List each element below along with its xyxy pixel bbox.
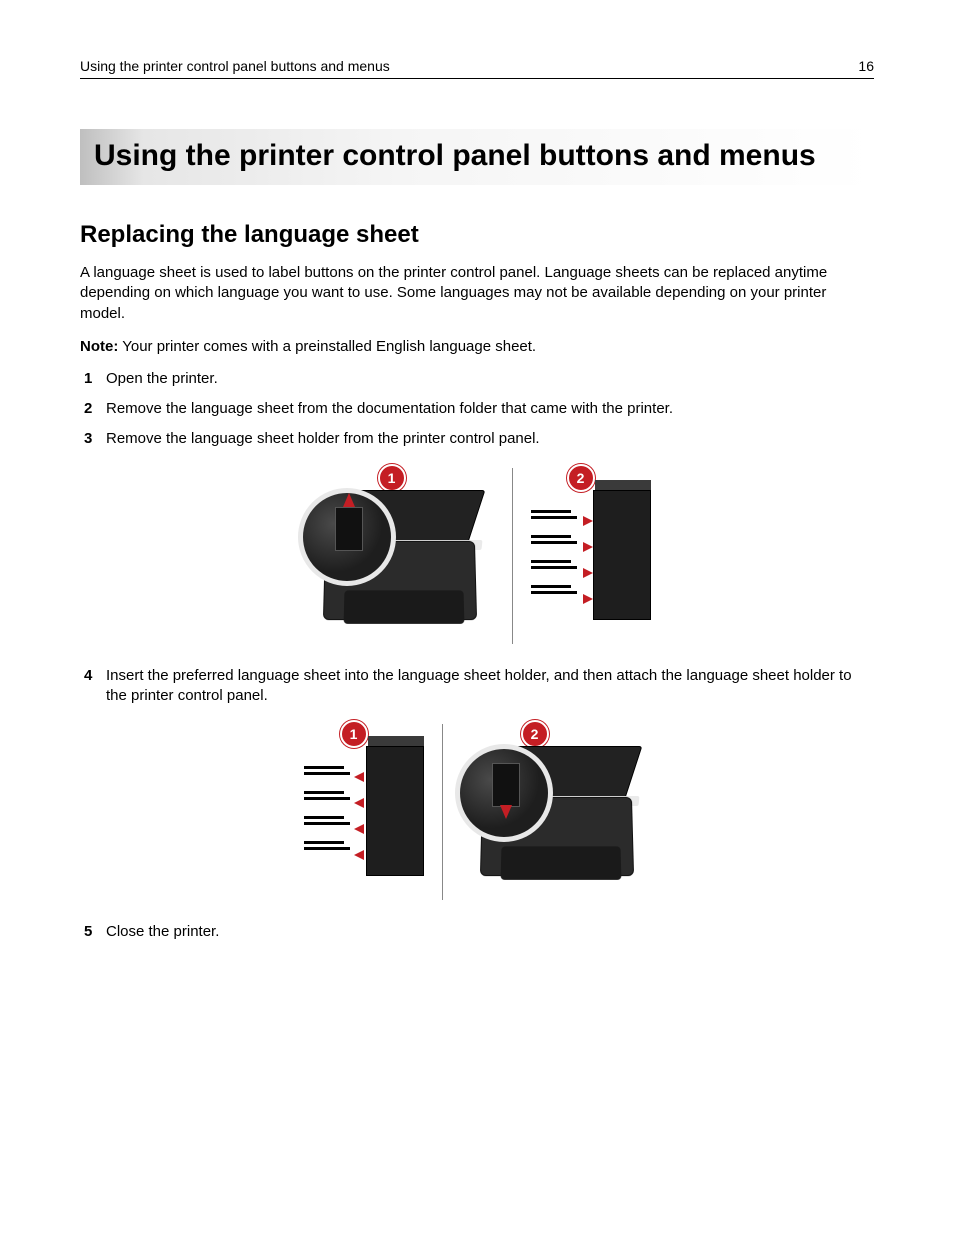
steps-list: Open the printer. Remove the language sh… [80,369,874,450]
arrow-up-icon [343,493,355,507]
chapter-title: Using the printer control panel buttons … [80,129,874,185]
arrow-down-icon [500,805,512,819]
printer-illustration [304,480,494,640]
arrow-right-icon [354,798,364,808]
arrow-right-icon [354,850,364,860]
figure-col: 1 [286,724,442,900]
step-item: Open the printer. [80,369,874,389]
section-title: Replacing the language sheet [80,221,874,249]
note-label: Note: [80,338,118,355]
running-header: Using the printer control panel buttons … [80,58,874,79]
arrow-right-icon [354,772,364,782]
arrow-right-icon [354,824,364,834]
intro-paragraph: A language sheet is used to label button… [80,263,874,324]
page-number: 16 [858,58,874,74]
note-paragraph: Note: Your printer comes with a preinsta… [80,338,874,355]
arrow-left-icon [583,594,593,604]
step-item: Remove the language sheet from the docum… [80,399,874,419]
steps-list: Close the printer. [80,922,874,942]
document-page: Using the printer control panel buttons … [0,0,954,992]
figure-insert-holder: 1 2 [80,724,874,900]
figure-col: 2 [512,468,669,644]
panel-illustration [304,736,424,896]
running-title: Using the printer control panel buttons … [80,58,390,74]
step-item: Close the printer. [80,922,874,942]
steps-list: Insert the preferred language sheet into… [80,666,874,707]
printer-illustration [461,736,651,896]
note-text: Your printer comes with a preinstalled E… [118,338,536,355]
arrow-left-icon [583,542,593,552]
figure-remove-holder: 1 2 [80,468,874,644]
magnifier-icon [455,744,553,842]
figure-col: 1 [286,468,512,644]
arrow-left-icon [583,568,593,578]
magnifier-icon [298,488,396,586]
step-item: Remove the language sheet holder from th… [80,429,874,449]
figure-col: 2 [442,724,669,900]
arrow-left-icon [583,516,593,526]
panel-illustration [531,480,651,640]
step-item: Insert the preferred language sheet into… [80,666,874,707]
